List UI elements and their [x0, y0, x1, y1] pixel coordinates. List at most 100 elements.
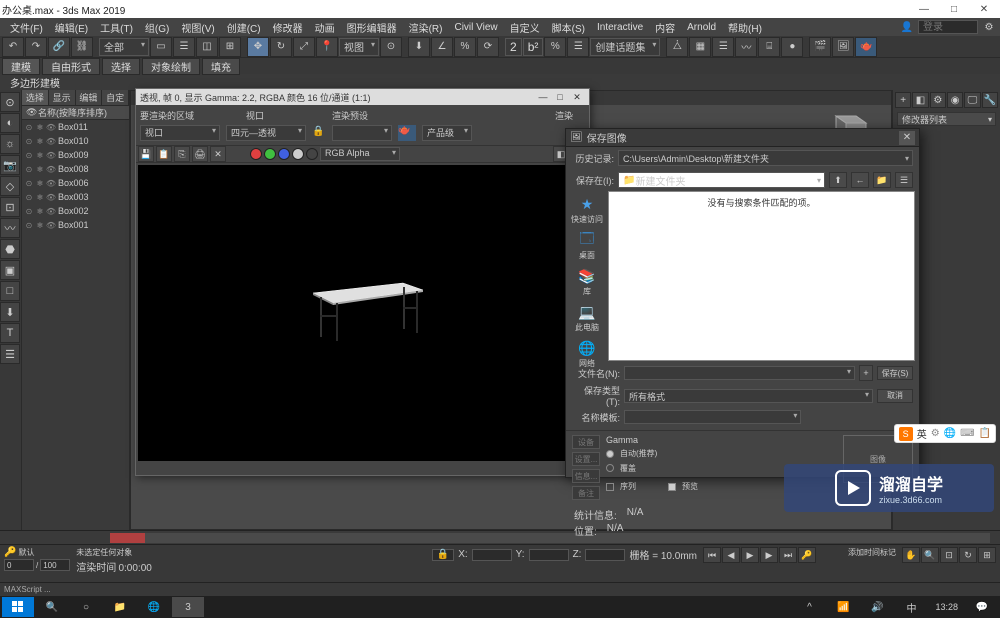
- view-button[interactable]: 备注: [572, 486, 600, 500]
- ime-icon4[interactable]: 📋: [979, 428, 991, 439]
- watermark[interactable]: 溜溜自学 zixue.3d66.com: [784, 464, 994, 512]
- gamma-override-radio[interactable]: [606, 464, 614, 472]
- place-desktop[interactable]: 🗔桌面: [568, 231, 606, 261]
- new-folder-button[interactable]: 📁: [873, 172, 891, 188]
- clear-icon[interactable]: ✕: [210, 146, 226, 162]
- window-crossing-button[interactable]: ⊞: [219, 37, 241, 57]
- z-input[interactable]: [585, 549, 625, 561]
- menu-graph[interactable]: 图形编辑器: [341, 20, 403, 35]
- schematic-button[interactable]: ⌸: [758, 37, 780, 57]
- create-tab[interactable]: +: [895, 92, 911, 108]
- clone-icon[interactable]: ⎘: [174, 146, 190, 162]
- place-button[interactable]: 📍: [316, 37, 338, 57]
- hierarchy-tab[interactable]: ⚙: [930, 92, 946, 108]
- named-selection[interactable]: 创建话题集: [590, 38, 660, 56]
- tab-populate[interactable]: 填充: [202, 58, 240, 75]
- tray-up[interactable]: ^: [793, 597, 825, 617]
- filter-btn-6[interactable]: ⊡: [0, 197, 20, 217]
- filter-btn-8[interactable]: ⬣: [0, 239, 20, 259]
- menu-create[interactable]: 创建(C): [221, 20, 267, 35]
- filter-btn-11[interactable]: ⬇: [0, 302, 20, 322]
- angle-snap-button[interactable]: ∠: [431, 37, 453, 57]
- viewport-drop[interactable]: 四元—透视: [226, 125, 306, 141]
- render-setup-button[interactable]: 🎬: [809, 37, 831, 57]
- seq-check[interactable]: [606, 483, 614, 491]
- filter-btn-7[interactable]: 〰: [0, 218, 20, 238]
- menu-script[interactable]: 脚本(S): [546, 20, 591, 35]
- channel-drop[interactable]: RGB Alpha: [320, 147, 400, 161]
- sogou-ime[interactable]: S 英 ⚙ 🌐 ⌨ 📋: [894, 424, 996, 443]
- place-libraries[interactable]: 📚库: [568, 267, 606, 297]
- menu-arnold[interactable]: Arnold: [681, 22, 722, 33]
- menu-group[interactable]: 组(G): [139, 20, 175, 35]
- filter-all[interactable]: ▣: [0, 260, 20, 280]
- production-drop[interactable]: 产品级: [422, 125, 472, 141]
- history-dropdown[interactable]: C:\Users\Admin\Desktop\新建文件夹: [618, 150, 913, 166]
- maxscript-label[interactable]: MAXScript ...: [4, 585, 51, 594]
- render-teapot-icon[interactable]: 🫖: [398, 125, 416, 141]
- scale-button[interactable]: ⤢: [293, 37, 315, 57]
- tab-custom[interactable]: 自定义: [102, 90, 129, 105]
- menu-anim[interactable]: 动画: [309, 20, 341, 35]
- login-input[interactable]: [918, 20, 978, 34]
- clock[interactable]: 13:28: [929, 602, 964, 612]
- y-input[interactable]: [529, 549, 569, 561]
- render-min[interactable]: —: [535, 90, 551, 104]
- render-button[interactable]: 🫖: [855, 37, 877, 57]
- filter-none[interactable]: □: [0, 281, 20, 301]
- lock-view-icon[interactable]: 🔒: [312, 126, 326, 140]
- lock-icon[interactable]: 🔒: [432, 549, 454, 561]
- play[interactable]: ▶: [741, 547, 759, 563]
- orbit-view[interactable]: ↻: [959, 547, 977, 563]
- save-titlebar[interactable]: 🖼保存图像 ✕: [566, 129, 919, 147]
- undo-button[interactable]: ↶: [2, 37, 24, 57]
- red-channel[interactable]: [250, 148, 262, 160]
- task-cortana[interactable]: ○: [70, 597, 102, 617]
- rotate-button[interactable]: ↻: [270, 37, 292, 57]
- filter-btn-2[interactable]: ◐: [0, 113, 20, 133]
- place-thispc[interactable]: 💻此电脑: [568, 303, 606, 333]
- back-button[interactable]: ←: [851, 172, 869, 188]
- filter-btn-1[interactable]: ⊙: [0, 92, 20, 112]
- place-quickaccess[interactable]: ★快速访问: [568, 195, 606, 225]
- tab-display[interactable]: 显示: [49, 90, 76, 105]
- workspace-icon[interactable]: ⚙: [982, 20, 996, 34]
- menu-interactive[interactable]: Interactive: [591, 22, 649, 33]
- named-set-button[interactable]: ☰: [567, 37, 589, 57]
- device-button[interactable]: 设备: [572, 435, 600, 449]
- tray-vol[interactable]: 🔊: [861, 597, 893, 617]
- material-editor-button[interactable]: ●: [781, 37, 803, 57]
- zoom-extents[interactable]: ⊡: [940, 547, 958, 563]
- filter-btn-12[interactable]: T: [0, 323, 20, 343]
- save-close[interactable]: ✕: [899, 131, 915, 145]
- max-toggle[interactable]: ⊞: [978, 547, 996, 563]
- start-button[interactable]: [2, 597, 34, 617]
- next-frame[interactable]: ▶: [760, 547, 778, 563]
- goto-end[interactable]: ⏭: [779, 547, 797, 563]
- key-icon[interactable]: 🔑: [4, 547, 16, 558]
- setup-button[interactable]: 设置...: [572, 452, 600, 466]
- motion-tab[interactable]: ◉: [947, 92, 963, 108]
- render-titlebar[interactable]: 透视, 帧 0, 显示 Gamma: 2.2, RGBA 颜色 16 位/通道 …: [136, 89, 589, 105]
- ime-icon[interactable]: ⚙: [931, 428, 940, 439]
- close-button[interactable]: ✕: [970, 1, 998, 17]
- curve-editor-button[interactable]: 〰: [735, 37, 757, 57]
- zoom-view[interactable]: 🔍: [921, 547, 939, 563]
- nametpl-input[interactable]: [624, 410, 801, 424]
- ime-icon2[interactable]: 🌐: [944, 428, 956, 439]
- object-list[interactable]: ⊙❄👁Box011 ⊙❄👁Box010 ⊙❄👁Box009 ⊙❄👁Box008 …: [22, 120, 129, 530]
- align-button[interactable]: ▦: [689, 37, 711, 57]
- mirror-button[interactable]: ⧊: [666, 37, 688, 57]
- mono-channel[interactable]: [306, 148, 318, 160]
- menu-tools[interactable]: 工具(T): [94, 20, 139, 35]
- filter-btn-3[interactable]: ☼: [0, 134, 20, 154]
- modifier-list[interactable]: 修改器列表: [897, 112, 996, 126]
- tab-select[interactable]: 选择: [22, 90, 49, 105]
- menu-view[interactable]: 视图(V): [175, 20, 220, 35]
- filter-btn-4[interactable]: 📷: [0, 155, 20, 175]
- gamma-auto-radio[interactable]: [606, 450, 614, 458]
- maximize-button[interactable]: □: [940, 1, 968, 17]
- ime-icon3[interactable]: ⌨: [960, 428, 974, 439]
- tray-net[interactable]: 📶: [827, 597, 859, 617]
- minimize-button[interactable]: —: [910, 1, 938, 17]
